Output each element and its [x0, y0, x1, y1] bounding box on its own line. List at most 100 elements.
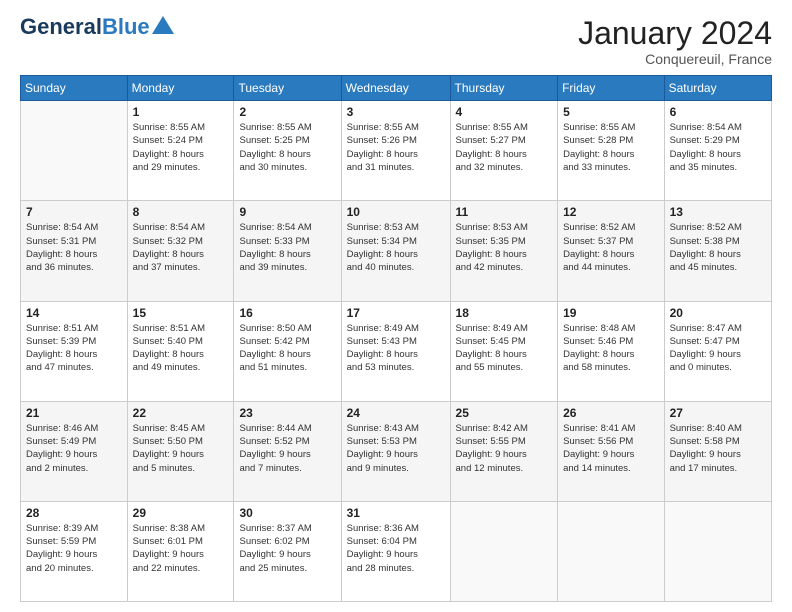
day-info: Sunrise: 8:45 AMSunset: 5:50 PMDaylight:…	[133, 422, 229, 475]
day-number: 14	[26, 306, 122, 320]
calendar-cell: 16 Sunrise: 8:50 AMSunset: 5:42 PMDayligh…	[234, 301, 341, 401]
day-info: Sunrise: 8:44 AMSunset: 5:52 PMDaylight:…	[239, 422, 335, 475]
day-number: 23	[239, 406, 335, 420]
day-info: Sunrise: 8:54 AMSunset: 5:31 PMDaylight:…	[26, 221, 122, 274]
day-number: 17	[347, 306, 445, 320]
calendar-cell: 28Sunrise: 8:39 AMSunset: 5:59 PMDayligh…	[21, 501, 128, 601]
calendar-cell: 30 Sunrise: 8:37 AMSunset: 6:02 PMDayligh…	[234, 501, 341, 601]
logo-text: GeneralBlue	[20, 16, 150, 38]
col-header-tuesday: Tuesday	[234, 76, 341, 101]
calendar-cell: 26Sunrise: 8:41 AMSunset: 5:56 PMDayligh…	[558, 401, 664, 501]
calendar-cell: 21 Sunrise: 8:46 AMSunset: 5:49 PMDayligh…	[21, 401, 128, 501]
calendar-cell	[450, 501, 558, 601]
title-area: January 2024 Conquereuil, France	[578, 16, 772, 67]
calendar-cell: 9 Sunrise: 8:54 AMSunset: 5:33 PMDaylight…	[234, 201, 341, 301]
day-number: 9	[239, 205, 335, 219]
calendar-cell: 11Sunrise: 8:53 AMSunset: 5:35 PMDayligh…	[450, 201, 558, 301]
day-number: 20	[670, 306, 766, 320]
col-header-wednesday: Wednesday	[341, 76, 450, 101]
day-info: Sunrise: 8:54 AMSunset: 5:33 PMDaylight:…	[239, 221, 335, 274]
day-info: Sunrise: 8:53 AMSunset: 5:35 PMDaylight:…	[456, 221, 553, 274]
day-number: 7	[26, 205, 122, 219]
calendar-week-4: 21 Sunrise: 8:46 AMSunset: 5:49 PMDayligh…	[21, 401, 772, 501]
day-info: Sunrise: 8:49 AMSunset: 5:45 PMDaylight:…	[456, 322, 553, 375]
calendar-week-1: 1 Sunrise: 8:55 AMSunset: 5:24 PMDaylight…	[21, 101, 772, 201]
calendar-cell: 17Sunrise: 8:49 AMSunset: 5:43 PMDayligh…	[341, 301, 450, 401]
day-info: Sunrise: 8:51 AMSunset: 5:39 PMDaylight:…	[26, 322, 122, 375]
day-info: Sunrise: 8:55 AMSunset: 5:27 PMDaylight:…	[456, 121, 553, 174]
day-number: 13	[670, 205, 766, 219]
day-number: 25	[456, 406, 553, 420]
calendar-cell: 5 Sunrise: 8:55 AMSunset: 5:28 PMDaylight…	[558, 101, 664, 201]
day-info: Sunrise: 8:52 AMSunset: 5:38 PMDaylight:…	[670, 221, 766, 274]
day-info: Sunrise: 8:53 AMSunset: 5:34 PMDaylight:…	[347, 221, 445, 274]
calendar-cell: 22 Sunrise: 8:45 AMSunset: 5:50 PMDayligh…	[127, 401, 234, 501]
calendar-cell: 7 Sunrise: 8:54 AMSunset: 5:31 PMDaylight…	[21, 201, 128, 301]
day-info: Sunrise: 8:55 AMSunset: 5:24 PMDaylight:…	[133, 121, 229, 174]
header: GeneralBlue January 2024 Conquereuil, Fr…	[20, 16, 772, 67]
day-info: Sunrise: 8:51 AMSunset: 5:40 PMDaylight:…	[133, 322, 229, 375]
calendar-cell	[21, 101, 128, 201]
day-number: 6	[670, 105, 766, 119]
col-header-saturday: Saturday	[664, 76, 771, 101]
day-info: Sunrise: 8:46 AMSunset: 5:49 PMDaylight:…	[26, 422, 122, 475]
day-number: 24	[347, 406, 445, 420]
day-info: Sunrise: 8:48 AMSunset: 5:46 PMDaylight:…	[563, 322, 658, 375]
calendar-cell: 19Sunrise: 8:48 AMSunset: 5:46 PMDayligh…	[558, 301, 664, 401]
calendar-cell: 14 Sunrise: 8:51 AMSunset: 5:39 PMDayligh…	[21, 301, 128, 401]
calendar-cell: 31 Sunrise: 8:36 AMSunset: 6:04 PMDayligh…	[341, 501, 450, 601]
day-number: 22	[133, 406, 229, 420]
calendar-cell: 3 Sunrise: 8:55 AMSunset: 5:26 PMDaylight…	[341, 101, 450, 201]
col-header-friday: Friday	[558, 76, 664, 101]
col-header-thursday: Thursday	[450, 76, 558, 101]
calendar-cell: 12Sunrise: 8:52 AMSunset: 5:37 PMDayligh…	[558, 201, 664, 301]
calendar-cell	[664, 501, 771, 601]
day-info: Sunrise: 8:50 AMSunset: 5:42 PMDaylight:…	[239, 322, 335, 375]
day-info: Sunrise: 8:55 AMSunset: 5:25 PMDaylight:…	[239, 121, 335, 174]
day-info: Sunrise: 8:36 AMSunset: 6:04 PMDaylight:…	[347, 522, 445, 575]
day-number: 26	[563, 406, 658, 420]
day-number: 16	[239, 306, 335, 320]
day-info: Sunrise: 8:43 AMSunset: 5:53 PMDaylight:…	[347, 422, 445, 475]
main-title: January 2024	[578, 16, 772, 51]
logo-icon	[152, 16, 174, 34]
calendar-week-2: 7 Sunrise: 8:54 AMSunset: 5:31 PMDaylight…	[21, 201, 772, 301]
day-number: 18	[456, 306, 553, 320]
day-info: Sunrise: 8:38 AMSunset: 6:01 PMDaylight:…	[133, 522, 229, 575]
calendar-cell: 24 Sunrise: 8:43 AMSunset: 5:53 PMDayligh…	[341, 401, 450, 501]
page: GeneralBlue January 2024 Conquereuil, Fr…	[0, 0, 792, 612]
day-info: Sunrise: 8:37 AMSunset: 6:02 PMDaylight:…	[239, 522, 335, 575]
calendar-cell: 27 Sunrise: 8:40 AMSunset: 5:58 PMDayligh…	[664, 401, 771, 501]
calendar-cell: 13 Sunrise: 8:52 AMSunset: 5:38 PMDayligh…	[664, 201, 771, 301]
calendar-cell: 29Sunrise: 8:38 AMSunset: 6:01 PMDayligh…	[127, 501, 234, 601]
day-info: Sunrise: 8:47 AMSunset: 5:47 PMDaylight:…	[670, 322, 766, 375]
calendar-cell: 10Sunrise: 8:53 AMSunset: 5:34 PMDayligh…	[341, 201, 450, 301]
col-header-monday: Monday	[127, 76, 234, 101]
day-info: Sunrise: 8:54 AMSunset: 5:29 PMDaylight:…	[670, 121, 766, 174]
day-info: Sunrise: 8:54 AMSunset: 5:32 PMDaylight:…	[133, 221, 229, 274]
day-info: Sunrise: 8:42 AMSunset: 5:55 PMDaylight:…	[456, 422, 553, 475]
calendar-cell: 25 Sunrise: 8:42 AMSunset: 5:55 PMDayligh…	[450, 401, 558, 501]
calendar-cell: 4Sunrise: 8:55 AMSunset: 5:27 PMDaylight…	[450, 101, 558, 201]
calendar-cell: 8Sunrise: 8:54 AMSunset: 5:32 PMDaylight…	[127, 201, 234, 301]
calendar-cell: 18 Sunrise: 8:49 AMSunset: 5:45 PMDayligh…	[450, 301, 558, 401]
day-number: 30	[239, 506, 335, 520]
calendar-table: SundayMondayTuesdayWednesdayThursdayFrid…	[20, 75, 772, 602]
day-number: 31	[347, 506, 445, 520]
logo: GeneralBlue	[20, 16, 174, 38]
col-header-sunday: Sunday	[21, 76, 128, 101]
day-number: 28	[26, 506, 122, 520]
day-number: 1	[133, 105, 229, 119]
day-number: 21	[26, 406, 122, 420]
day-number: 27	[670, 406, 766, 420]
day-info: Sunrise: 8:40 AMSunset: 5:58 PMDaylight:…	[670, 422, 766, 475]
day-info: Sunrise: 8:52 AMSunset: 5:37 PMDaylight:…	[563, 221, 658, 274]
day-info: Sunrise: 8:55 AMSunset: 5:28 PMDaylight:…	[563, 121, 658, 174]
day-number: 3	[347, 105, 445, 119]
calendar-week-3: 14 Sunrise: 8:51 AMSunset: 5:39 PMDayligh…	[21, 301, 772, 401]
day-info: Sunrise: 8:55 AMSunset: 5:26 PMDaylight:…	[347, 121, 445, 174]
calendar-cell: 23 Sunrise: 8:44 AMSunset: 5:52 PMDayligh…	[234, 401, 341, 501]
calendar-week-5: 28Sunrise: 8:39 AMSunset: 5:59 PMDayligh…	[21, 501, 772, 601]
calendar-header-row: SundayMondayTuesdayWednesdayThursdayFrid…	[21, 76, 772, 101]
day-number: 5	[563, 105, 658, 119]
